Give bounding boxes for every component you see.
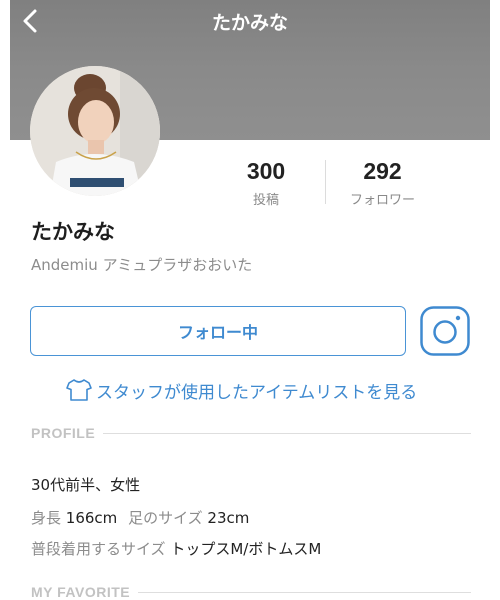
stats-divider (325, 160, 326, 204)
usual-size-value: トップスM/ボトムスM (170, 540, 322, 558)
posts-stat[interactable]: 300 投稿 (220, 158, 312, 208)
favorite-section-title: MY FAVORITE (31, 584, 131, 600)
age-gender: 30代前半、女性 (31, 476, 141, 494)
shop-name[interactable]: Andemiu アミュプラザおおいた (31, 254, 252, 275)
usual-size-label: 普段着用するサイズ (31, 540, 166, 558)
instagram-icon (420, 306, 470, 356)
avatar (30, 66, 160, 196)
followers-count: 292 (363, 158, 402, 184)
staff-items-label: スタッフが使用したアイテムリストを見る (96, 382, 418, 403)
divider (103, 432, 471, 434)
divider (138, 591, 471, 593)
height-label: 身長 (31, 509, 62, 527)
profile-name: たかみな (31, 220, 115, 244)
followers-stat[interactable]: 292 フォロワー (335, 158, 430, 208)
page-title: たかみな (211, 12, 288, 34)
posts-count: 300 (246, 158, 286, 184)
height-value: 166cm (65, 509, 118, 527)
staff-items-link[interactable]: スタッフが使用したアイテムリストを見る (66, 376, 417, 404)
shirt-icon (66, 379, 92, 401)
follow-button[interactable]: フォロー中 (30, 306, 406, 356)
instagram-button[interactable] (420, 306, 470, 356)
followers-label: フォロワー (349, 193, 415, 208)
foot-size-value: 23cm (207, 509, 250, 527)
posts-label: 投稿 (252, 193, 279, 208)
profile-section-title: PROFILE (31, 425, 96, 441)
foot-size-label: 足のサイズ (128, 509, 203, 527)
profile-section-header: PROFILE (31, 425, 471, 441)
height-foot-row: 身長 166cm 足のサイズ 23cm (31, 507, 249, 528)
favorite-section-header: MY FAVORITE (31, 584, 471, 600)
usual-size-row: 普段着用するサイズ トップスM/ボトムスM (31, 538, 321, 559)
